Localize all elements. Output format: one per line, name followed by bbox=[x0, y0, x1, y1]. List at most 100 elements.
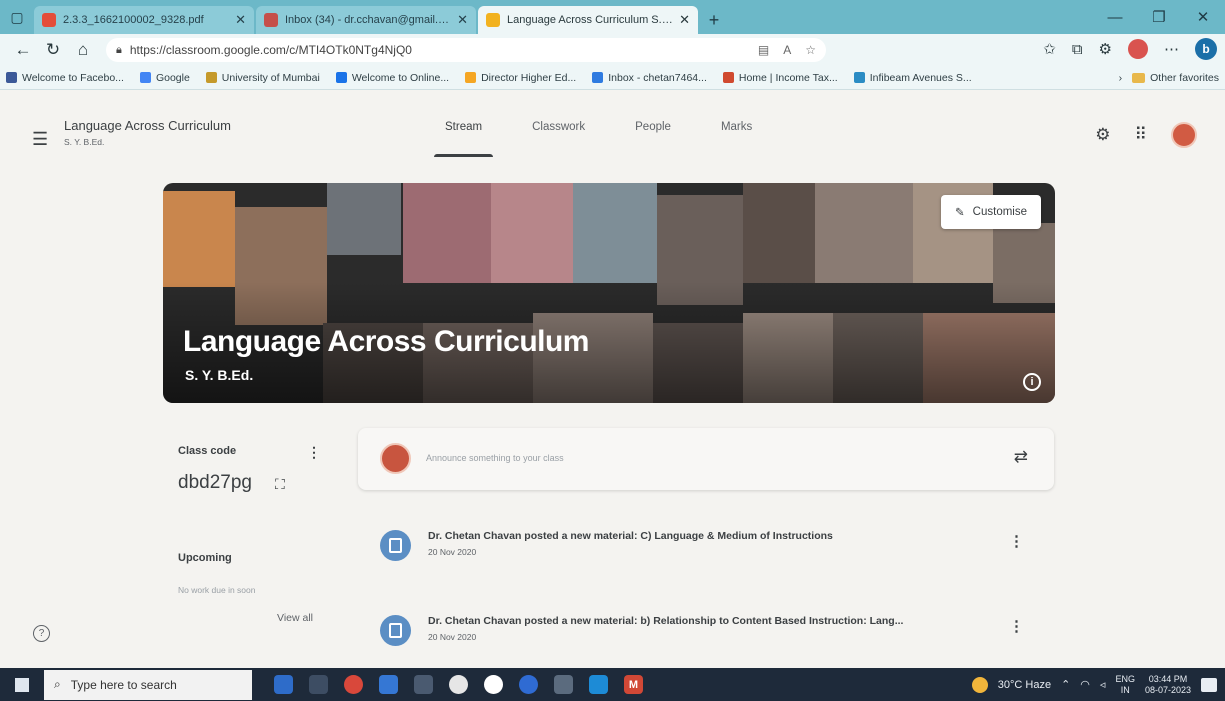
browser-tab-classroom[interactable]: Language Across Curriculum S. Y. B.Ed. ✕ bbox=[478, 6, 698, 34]
stream-post[interactable]: Dr. Chetan Chavan posted a new material:… bbox=[358, 520, 1054, 580]
settings-icon[interactable]: ⚙︎ bbox=[1095, 125, 1110, 145]
facebook-icon bbox=[6, 72, 17, 83]
bookmark-label: Infibeam Avenues S... bbox=[869, 71, 972, 84]
language-indicator[interactable]: ENG IN bbox=[1115, 674, 1135, 696]
favorites-icon[interactable]: ✩ bbox=[1043, 40, 1056, 58]
announce-box[interactable]: Announce something to your class ⇄ bbox=[358, 428, 1054, 490]
weather-text[interactable]: 30°C Haze bbox=[998, 679, 1051, 691]
bookmark-item[interactable]: Welcome to Online... bbox=[335, 71, 450, 84]
announce-placeholder[interactable]: Announce something to your class bbox=[426, 453, 564, 463]
account-avatar[interactable] bbox=[1171, 122, 1197, 148]
other-favorites-folder[interactable]: Other favorites bbox=[1132, 72, 1219, 84]
class-banner: ✎ Customise Language Across Curriculum S… bbox=[163, 183, 1055, 403]
close-window-icon[interactable]: ✕ bbox=[1181, 0, 1225, 34]
class-code-card: Class code ⋮ dbd27pg ⛶ bbox=[165, 432, 335, 512]
search-placeholder: Type here to search bbox=[70, 677, 177, 692]
taskbar-search[interactable]: ⌕ Type here to search bbox=[44, 669, 252, 700]
bookmark-item[interactable]: Infibeam Avenues S... bbox=[853, 71, 972, 84]
url-field[interactable]: 🔒︎ https://classroom.google.com/c/MTI4OT… bbox=[106, 38, 826, 62]
tab-stream[interactable]: Stream bbox=[420, 91, 507, 163]
tab-people[interactable]: People bbox=[610, 91, 696, 163]
tab-marks[interactable]: Marks bbox=[696, 91, 777, 163]
class-nav-tabs: Stream Classwork People Marks bbox=[420, 91, 777, 163]
google-icon bbox=[139, 72, 151, 83]
refresh-icon[interactable]: ↻ bbox=[38, 36, 68, 64]
task-view-icon[interactable] bbox=[309, 675, 328, 694]
more-vert-icon[interactable]: ⋮ bbox=[1009, 532, 1024, 550]
volume-icon[interactable]: ◃ bbox=[1100, 678, 1106, 691]
clock[interactable]: 03:44 PM 08-07-2023 bbox=[1145, 674, 1191, 696]
apps-grid-icon[interactable]: ⠿ bbox=[1135, 125, 1147, 145]
restore-icon[interactable]: ❐ bbox=[1137, 0, 1181, 34]
weather-icon bbox=[971, 676, 988, 693]
browser-tab-gmail[interactable]: Inbox (34) - dr.cchavan@gmail.com ✕ bbox=[256, 6, 476, 34]
windows-logo-icon bbox=[15, 677, 29, 692]
browser-toolbar: ✩ ⧉ ⚙︎ ⋯ b bbox=[1043, 38, 1217, 60]
favorite-star-icon[interactable]: ☆ bbox=[805, 43, 816, 57]
more-icon[interactable]: ⋯ bbox=[1164, 40, 1179, 58]
customise-button[interactable]: ✎ Customise bbox=[941, 195, 1041, 229]
repost-icon[interactable]: ⇄ bbox=[1014, 447, 1028, 467]
help-icon[interactable]: ? bbox=[33, 625, 50, 642]
collections-icon[interactable]: ⧉ bbox=[1072, 41, 1083, 58]
info-icon[interactable]: i bbox=[1023, 373, 1041, 391]
profile-avatar[interactable] bbox=[1128, 39, 1148, 59]
classroom-icon bbox=[486, 13, 500, 27]
bookmark-item[interactable]: Google bbox=[139, 72, 190, 84]
post-date: 20 Nov 2020 bbox=[428, 632, 477, 642]
more-vert-icon[interactable]: ⋮ bbox=[1009, 617, 1024, 635]
new-tab-button[interactable]: + bbox=[700, 6, 728, 34]
tab-title: Language Across Curriculum S. Y. B.Ed. bbox=[507, 14, 674, 26]
pdf-icon bbox=[42, 13, 56, 27]
url-text: https://classroom.google.com/c/MTI4OTk0N… bbox=[129, 43, 412, 57]
tab-title: Inbox (34) - dr.cchavan@gmail.com bbox=[285, 14, 452, 26]
material-icon bbox=[380, 615, 411, 646]
browser-tab-pdf[interactable]: 2.3.3_1662100002_9328.pdf ✕ bbox=[34, 6, 254, 34]
google-icon[interactable] bbox=[484, 675, 503, 694]
start-button[interactable] bbox=[0, 668, 44, 701]
reader-mode-icon[interactable]: ▤ bbox=[758, 43, 769, 57]
main-menu-icon[interactable]: ☰ bbox=[32, 129, 48, 150]
cortana-icon[interactable] bbox=[274, 675, 293, 694]
tab-actions-icon[interactable]: ▢ bbox=[0, 0, 34, 34]
store-icon[interactable] bbox=[379, 675, 398, 694]
obs-icon[interactable] bbox=[449, 675, 468, 694]
read-aloud-icon[interactable]: A bbox=[783, 43, 791, 57]
more-bookmarks-icon[interactable]: › bbox=[1119, 72, 1123, 84]
post-title[interactable]: Dr. Chetan Chavan posted a new material:… bbox=[428, 530, 833, 542]
banner-title: Language Across Curriculum bbox=[183, 325, 589, 358]
close-icon[interactable]: ✕ bbox=[679, 12, 690, 28]
bookmark-item[interactable]: Director Higher Ed... bbox=[465, 72, 576, 84]
bing-icon[interactable]: b bbox=[1195, 38, 1217, 60]
extensions-icon[interactable]: ⚙︎ bbox=[1099, 40, 1112, 58]
calendar-icon[interactable] bbox=[414, 675, 433, 694]
fullscreen-icon[interactable]: ⛶ bbox=[275, 476, 285, 493]
bookmark-item[interactable]: Home | Income Tax... bbox=[722, 72, 838, 84]
notifications-icon[interactable] bbox=[1201, 677, 1217, 692]
chrome-icon[interactable] bbox=[344, 675, 363, 694]
show-hidden-icons[interactable]: ⌃ bbox=[1061, 678, 1070, 691]
home-icon[interactable]: ⌂ bbox=[68, 36, 98, 64]
taskbar-apps: M bbox=[274, 675, 643, 694]
close-icon[interactable]: ✕ bbox=[457, 12, 468, 28]
pencil-icon: ✎ bbox=[955, 207, 965, 219]
bookmark-label: Welcome to Online... bbox=[351, 71, 450, 84]
firefox-icon[interactable] bbox=[519, 675, 538, 694]
bookmark-item[interactable]: Welcome to Facebo... bbox=[6, 72, 124, 84]
more-vert-icon[interactable]: ⋮ bbox=[307, 444, 321, 461]
clock-date: 08-07-2023 bbox=[1144, 684, 1191, 695]
class-title[interactable]: Language Across Curriculum bbox=[64, 118, 231, 133]
view-all-link[interactable]: View all bbox=[277, 612, 313, 624]
folder-app-icon[interactable] bbox=[554, 675, 573, 694]
bookmark-item[interactable]: Inbox - chetan7464... bbox=[592, 72, 707, 84]
gmail-app-icon[interactable]: M bbox=[624, 675, 643, 694]
photos-icon[interactable] bbox=[589, 675, 608, 694]
close-icon[interactable]: ✕ bbox=[235, 12, 246, 28]
stream-post[interactable]: Dr. Chetan Chavan posted a new material:… bbox=[358, 605, 1054, 665]
network-icon[interactable]: ◠ bbox=[1080, 678, 1090, 691]
minimize-icon[interactable]: — bbox=[1093, 0, 1137, 34]
bookmark-item[interactable]: University of Mumbai bbox=[205, 72, 320, 84]
tab-classwork[interactable]: Classwork bbox=[507, 91, 610, 163]
post-title[interactable]: Dr. Chetan Chavan posted a new material:… bbox=[428, 615, 903, 627]
back-icon[interactable]: ← bbox=[8, 36, 38, 64]
